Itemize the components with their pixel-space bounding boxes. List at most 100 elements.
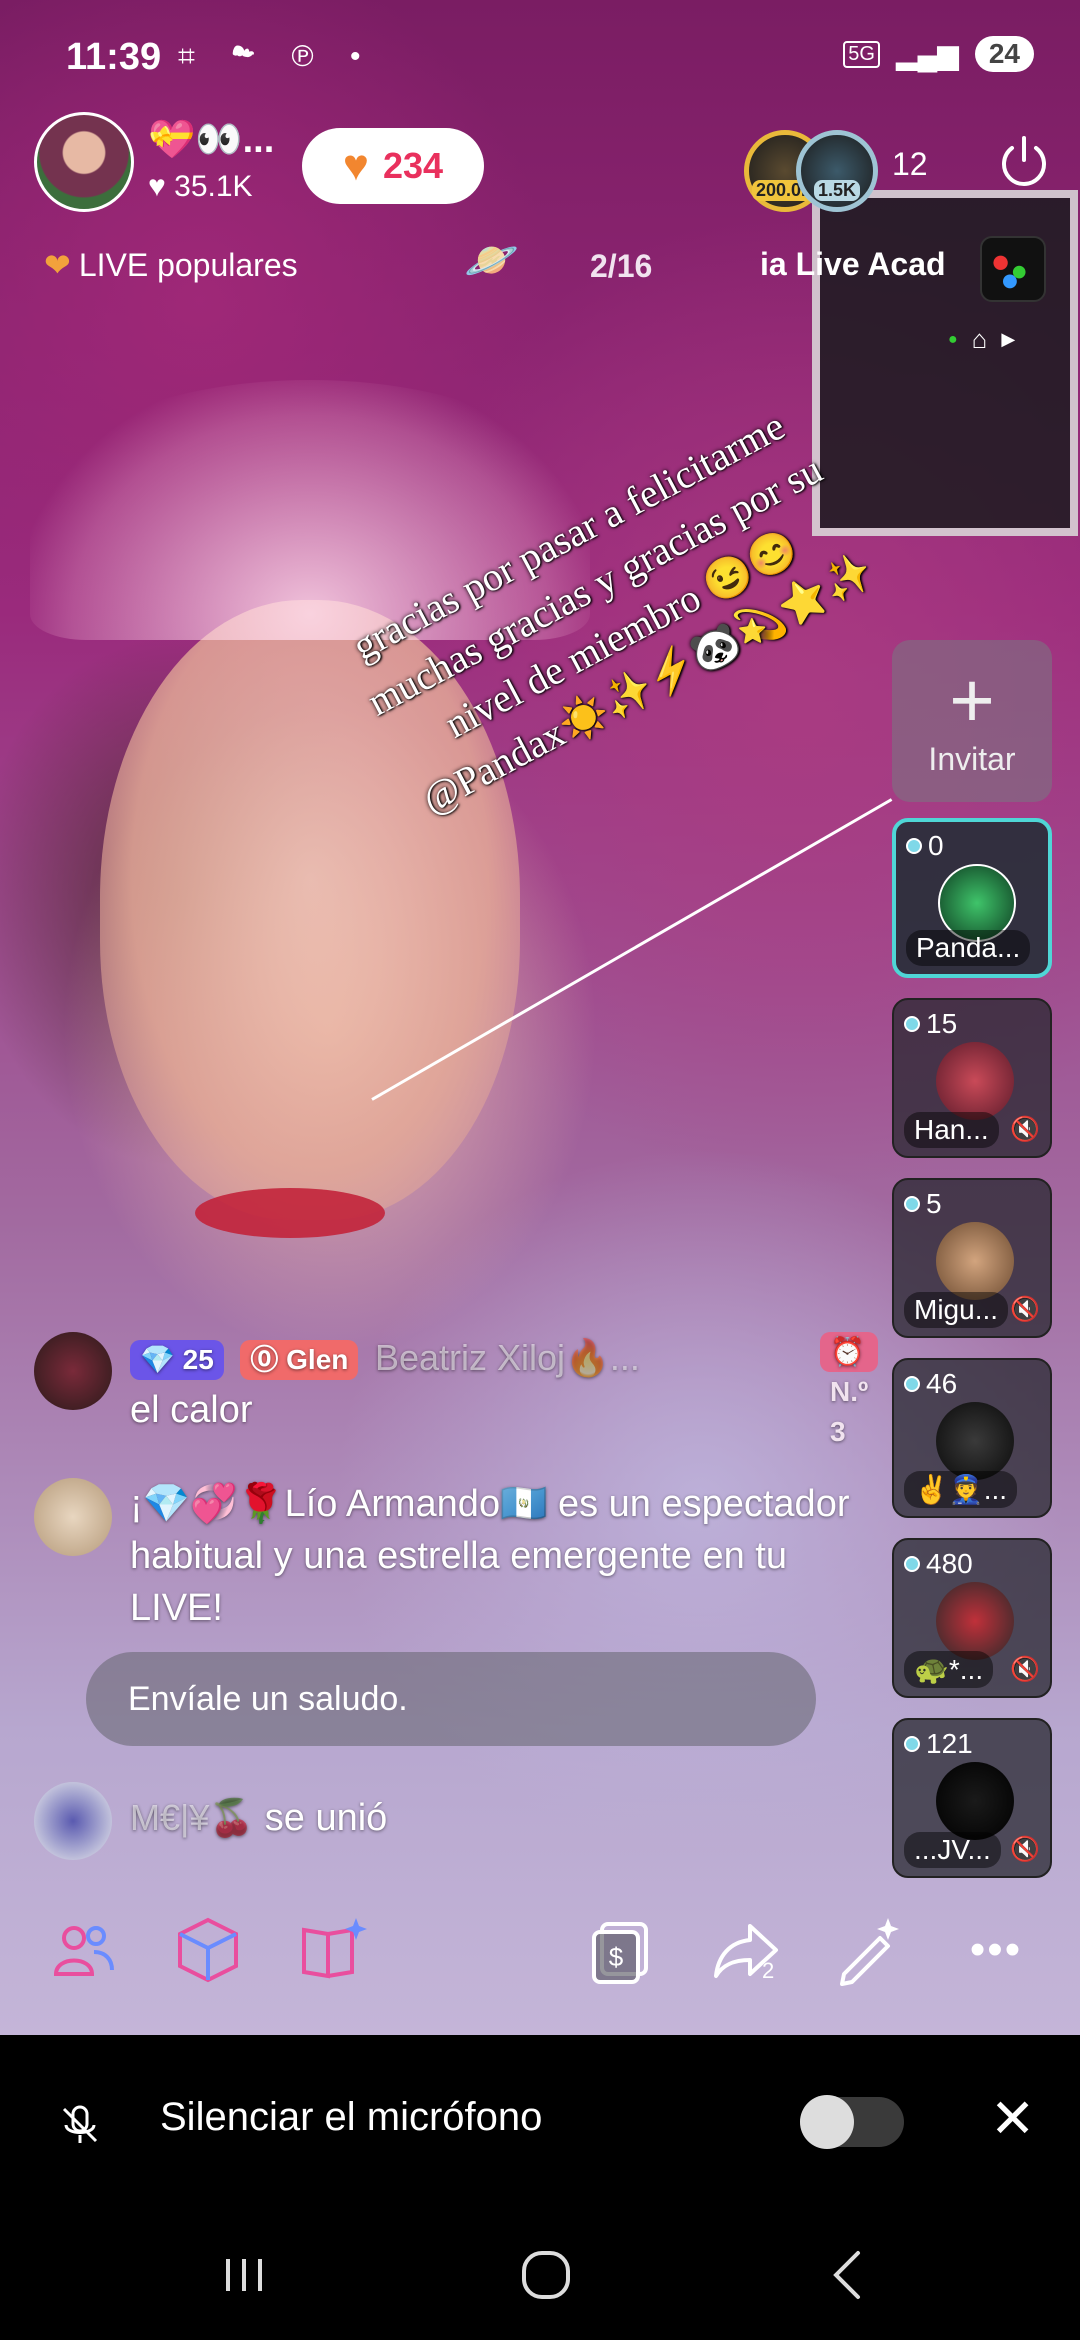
mic-muted-icon: 🔇: [1010, 1836, 1040, 1863]
popular-live-link[interactable]: ❤ LIVE populares: [44, 246, 298, 284]
host-name[interactable]: 💝👀...: [148, 118, 274, 162]
toggle-knob: [800, 2095, 854, 2149]
guest-tile[interactable]: 5 Migu... 🔇: [892, 1178, 1052, 1338]
magic-pen-icon[interactable]: [830, 1912, 906, 1988]
follow-like-button[interactable]: ♥ 234: [302, 128, 484, 204]
guest-tile[interactable]: 480 🐢*... 🔇: [892, 1538, 1052, 1698]
cube-icon[interactable]: [170, 1912, 246, 1988]
guest-avatar: [936, 1042, 1014, 1120]
guest-gift-count: 15: [904, 1008, 957, 1040]
guest-gift-count: 5: [904, 1188, 942, 1220]
home-icon[interactable]: ⌂: [972, 324, 988, 355]
more-icon[interactable]: •••: [958, 1912, 1034, 1988]
guest-tile[interactable]: 121 ...JV... 🔇: [892, 1718, 1052, 1878]
guest-count-value: 480: [926, 1548, 973, 1579]
guest-avatar: [936, 1402, 1014, 1480]
host-likes: ♥ 35.1K: [148, 170, 253, 204]
host-avatar[interactable]: [34, 112, 134, 212]
chat-message[interactable]: 💎 25 ⓪ Glen Beatriz Xiloj🔥... ⏰ N.º 3 el…: [34, 1332, 879, 1452]
gift-dot-icon: [904, 1016, 920, 1032]
guest-tile[interactable]: 0 Panda...: [892, 818, 1052, 978]
gift-cards-icon[interactable]: $: [584, 1912, 660, 1988]
streamer-lips: [195, 1188, 385, 1238]
mic-muted-icon: 🔇: [1010, 1116, 1040, 1143]
host-likes-value: 35.1K: [174, 170, 253, 203]
viewer-count[interactable]: 12: [892, 146, 928, 183]
guest-name: ✌️👮...: [904, 1471, 1018, 1508]
guest-tile[interactable]: 15 Han... 🔇: [892, 998, 1052, 1158]
network-label: 5G: [843, 40, 880, 68]
status-notification-icons: ⌗ ☁ ℗ •: [178, 40, 375, 73]
popular-label: LIVE populares: [78, 246, 298, 283]
live-marquee[interactable]: ia Live Acad: [760, 246, 980, 283]
mini-controls: ● ⌂ ▶: [948, 324, 1015, 355]
mute-microphone-bar: Silenciar el micrófono ✕: [0, 2035, 1080, 2205]
back-icon[interactable]: [810, 2235, 890, 2315]
guest-name: Han...: [904, 1112, 999, 1148]
share-count: 2: [762, 1958, 775, 1983]
gift-dot-icon: [906, 838, 922, 854]
orange-heart-icon: ♥: [342, 141, 370, 190]
guest-count-value: 15: [926, 1008, 958, 1039]
guest-avatar: [936, 1762, 1014, 1840]
guest-tile[interactable]: 46 ✌️👮...: [892, 1358, 1052, 1518]
guest-gift-count: 0: [906, 830, 944, 862]
people-icon[interactable]: [46, 1912, 122, 1988]
play-icon[interactable]: ▶: [1001, 329, 1015, 350]
chat-avatar[interactable]: [34, 1478, 112, 1556]
power-icon[interactable]: [996, 134, 1052, 190]
guest-avatar: [936, 1582, 1014, 1660]
guest-list: 0 Panda... 15 Han... 🔇 5 Migu... 🔇 46 ✌️…: [892, 818, 1052, 1898]
chat-body: 💎 25 ⓪ Glen Beatriz Xiloj🔥... ⏰ N.º 3 el…: [130, 1332, 879, 1447]
chat-text: ¡💎💞🌹Lío Armando🇬🇹 es un espectador habit…: [130, 1483, 850, 1629]
mic-muted-icon: 🔇: [1010, 1656, 1040, 1683]
join-username[interactable]: M€|¥🍒: [130, 1797, 254, 1838]
send-greeting-button[interactable]: Envíale un saludo.: [86, 1652, 816, 1746]
rank-badge: ⏰ N.º 3: [820, 1332, 879, 1447]
ranking-position[interactable]: 2/16: [590, 248, 652, 285]
join-body: M€|¥🍒 se unió: [130, 1792, 387, 1844]
mic-muted-icon: 🔇: [1010, 1296, 1040, 1323]
home-nav-icon[interactable]: [506, 2235, 586, 2315]
invite-button[interactable]: + Invitar: [892, 640, 1052, 802]
mute-microphone-label: Silenciar el micrófono: [160, 2095, 543, 2139]
join-text: se unió: [264, 1797, 388, 1839]
guest-name: Migu...: [904, 1292, 1009, 1328]
guest-gift-count: 121: [904, 1728, 973, 1760]
top-viewer-2-badge: 1.5K: [813, 180, 861, 201]
plus-icon: +: [949, 655, 995, 744]
planet-icon[interactable]: 🪐: [464, 234, 519, 286]
chat-avatar[interactable]: [34, 1332, 112, 1410]
chat-username[interactable]: Beatriz Xiloj🔥...: [375, 1337, 640, 1378]
guest-count-value: 121: [926, 1728, 973, 1759]
heart-icon: ♥: [148, 170, 166, 203]
event-badge-icon[interactable]: [980, 236, 1046, 302]
invite-label: Invitar: [928, 740, 1016, 777]
close-icon[interactable]: ✕: [990, 2087, 1035, 2150]
guest-gift-count: 46: [904, 1368, 957, 1400]
green-dot-icon: ●: [948, 330, 958, 348]
level-value: 25: [182, 1343, 214, 1375]
battery-icon: 24: [974, 36, 1034, 72]
book-sparkle-icon[interactable]: [294, 1912, 370, 1988]
live-toolbar: $ 2 •••: [0, 1912, 1080, 1992]
status-time: 11:39: [66, 36, 162, 78]
level-badge: 💎 25: [130, 1339, 224, 1380]
guest-count-value: 46: [926, 1368, 958, 1399]
chat-avatar[interactable]: [34, 1782, 112, 1860]
guest-name: Panda...: [906, 930, 1031, 966]
mic-off-icon[interactable]: [56, 2101, 104, 2149]
mute-microphone-toggle[interactable]: [800, 2095, 904, 2149]
gift-dot-icon: [904, 1376, 920, 1392]
system-nav-bar: [0, 2205, 1080, 2340]
guest-count-value: 0: [928, 830, 944, 861]
share-button[interactable]: 2: [708, 1912, 784, 1988]
top-viewer-2[interactable]: 1.5K: [796, 130, 878, 212]
join-message[interactable]: M€|¥🍒 se unió: [34, 1782, 874, 1862]
chat-message[interactable]: ¡💎💞🌹Lío Armando🇬🇹 es un espectador habit…: [34, 1478, 874, 1638]
svg-text:$: $: [609, 1942, 624, 1972]
recent-apps-icon[interactable]: [204, 2235, 284, 2315]
gift-dot-icon: [904, 1556, 920, 1572]
fan-club-name: Glen: [286, 1343, 349, 1375]
guest-avatar: [936, 1222, 1014, 1300]
